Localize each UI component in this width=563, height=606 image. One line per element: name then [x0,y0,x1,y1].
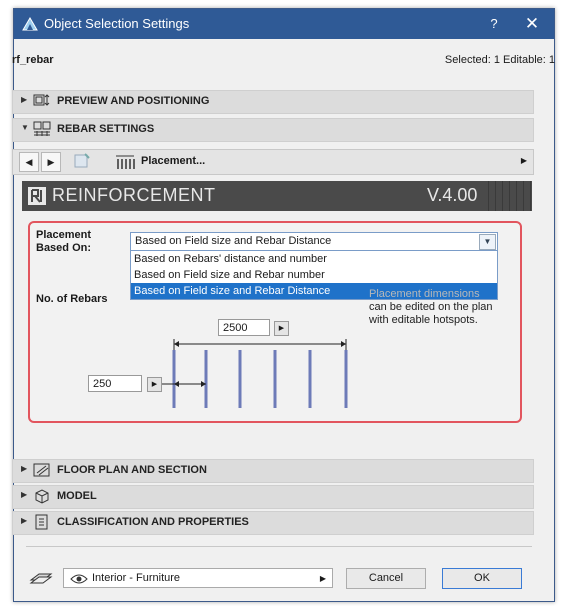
dropdown-option[interactable]: Based on Rebars' distance and number [131,251,497,267]
placement-label-line1: Placement [36,229,92,241]
layer-dropdown-arrow-icon: ▶ [319,574,326,583]
eye-icon [70,574,88,584]
close-button[interactable]: ✕ [520,12,544,36]
layer-selector[interactable]: Interior - Furniture ▶ [63,568,333,588]
cancel-button[interactable]: Cancel [346,568,426,589]
reinforcement-logo-icon [28,187,46,205]
collapsed-arrow-icon: ▶ [21,464,28,473]
section-preview-positioning[interactable]: ▶ PREVIEW AND POSITIONING [12,90,534,114]
section-title: FLOOR PLAN AND SECTION [57,464,207,476]
rebar-distance-input[interactable]: 250 [88,375,142,392]
layer-name: Interior - Furniture [92,572,181,584]
page-navigator: ◀ ▶ Placement... ▶ [12,149,534,175]
section-floor-plan[interactable]: ▶ FLOOR PLAN AND SECTION [12,459,534,483]
chevron-down-icon[interactable]: ▼ [479,234,496,250]
layer-settings-icon[interactable] [29,570,53,586]
hint-line1: Placement dimensions [369,288,480,300]
banner-title: REINFORCEMENT [52,185,216,205]
page-selector-arrow[interactable]: ▶ [521,156,527,165]
dialog-title: Object Selection Settings [44,16,190,31]
rebar-settings-icon [33,121,51,136]
help-button[interactable]: ? [484,14,504,34]
selection-info: Selected: 1 Editable: 1 [444,54,555,66]
hint-line2: can be edited on the plan [369,301,493,313]
placement-label: Placement Based On: [36,229,116,255]
classification-icon [35,514,48,530]
object-name: rf_rebar [12,54,54,66]
section-title: PREVIEW AND POSITIONING [57,95,210,107]
footer-divider [26,546,532,547]
reinforcement-banner: REINFORCEMENT V.4.00 [22,181,532,211]
no-of-rebars-label: No. of Rebars [36,293,108,305]
page-selector-label[interactable]: Placement... [141,155,205,167]
placement-dropdown-value: Based on Field size and Rebar Distance [135,235,332,247]
placement-hint: Placement dimensions can be edited on th… [369,288,519,327]
collapsed-arrow-icon: ▶ [21,490,28,499]
section-title: CLASSIFICATION AND PROPERTIES [57,516,249,528]
title-bar: Object Selection Settings ? ✕ [14,9,554,39]
model-cube-icon [35,489,49,504]
field-size-arrow-button[interactable]: ▶ [274,321,289,336]
placement-dropdown[interactable]: Based on Field size and Rebar Distance ▼ [130,232,498,252]
placement-label-line2: Based On: [36,242,92,254]
floor-plan-icon [33,463,50,477]
archicad-app-icon [22,17,38,31]
hint-line3: with editable hotspots. [369,314,478,326]
next-page-button[interactable]: ▶ [41,152,61,172]
rebar-placement-diagram [162,339,348,408]
section-classification[interactable]: ▶ CLASSIFICATION AND PROPERTIES [12,511,534,535]
prev-page-button[interactable]: ◀ [19,152,39,172]
collapsed-arrow-icon: ▶ [21,95,28,104]
ok-button[interactable]: OK [442,568,522,589]
banner-version: V.4.00 [427,185,478,205]
section-title: MODEL [57,490,97,502]
section-title: REBAR SETTINGS [57,123,155,135]
dropdown-option[interactable]: Based on Field size and Rebar number [131,267,497,283]
banner-stripes [482,181,532,211]
placement-page-icon [116,155,135,169]
field-size-input[interactable]: 2500 [218,319,270,336]
custom-settings-icon[interactable] [73,152,93,170]
expanded-arrow-icon: ▼ [21,123,29,132]
section-model[interactable]: ▶ MODEL [12,485,534,509]
preview-positioning-icon [33,94,50,106]
section-rebar-settings[interactable]: ▼ REBAR SETTINGS [12,118,534,142]
collapsed-arrow-icon: ▶ [21,516,28,525]
